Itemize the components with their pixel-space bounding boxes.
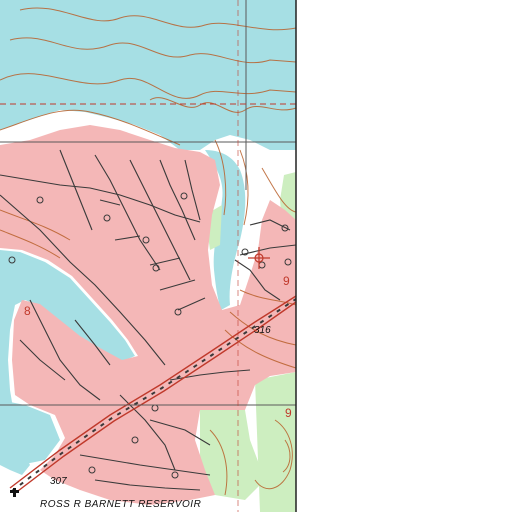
elevation-mark-south: 9 — [285, 406, 292, 420]
route-307-label: 307 — [50, 476, 67, 487]
route-316-label: 316 — [254, 325, 271, 336]
map-canvas — [0, 0, 512, 512]
elevation-mark-east: 9 — [283, 274, 290, 288]
woodland-southeast — [255, 372, 296, 512]
road-name-label: ROSS R BARNETT RESERVOIR — [40, 499, 202, 510]
topo-map[interactable]: 316 307 ROSS R BARNETT RESERVOIR 8 9 9 9 — [0, 0, 512, 512]
elevation-mark-west: 8 — [24, 304, 31, 318]
east-blank — [296, 0, 512, 512]
